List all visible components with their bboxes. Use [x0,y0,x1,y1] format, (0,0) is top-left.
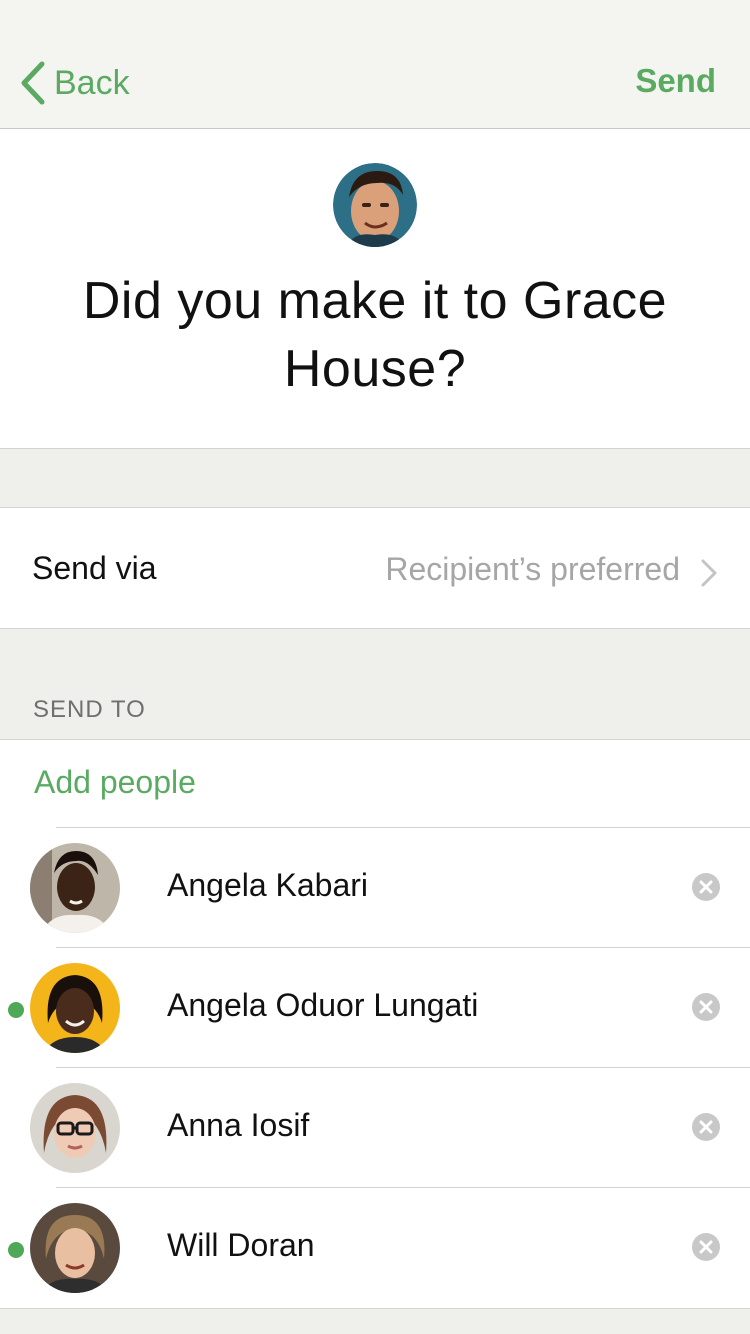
avatar [30,1083,120,1173]
avatar [30,1203,120,1293]
online-status-dot [8,1242,24,1258]
send-button[interactable]: Send [635,62,716,106]
recipient-row[interactable]: Angela Kabari [0,827,750,947]
avatar [30,843,120,933]
chevron-left-icon [18,60,46,106]
message-question: Did you make it to Grace House? [82,272,668,398]
remove-recipient-icon[interactable] [692,1233,720,1261]
send-via-value: Recipient’s preferred [385,551,680,587]
send-via-row[interactable]: Send via Recipient’s preferred [0,507,750,629]
recipient-name: Anna Iosif [167,1107,310,1143]
recipient-row[interactable]: Anna Iosif [0,1067,750,1187]
remove-recipient-icon[interactable] [692,873,720,901]
online-status-dot [8,1002,24,1018]
row-divider [56,827,750,828]
screen: Back Send Did you make it to Grace House… [0,0,750,1334]
add-people-button[interactable]: Add people [34,764,196,801]
recipient-row[interactable]: Will Doran [0,1187,750,1307]
avatar [30,963,120,1053]
message-header: Did you make it to Grace House? [0,129,750,449]
send-via-label: Send via [32,550,157,586]
navigation-bar: Back Send [0,0,750,129]
back-label: Back [54,63,130,102]
row-divider [56,947,750,948]
recipient-name: Will Doran [167,1227,315,1263]
sender-avatar [333,163,417,247]
recipients-list: Add people Angela Kabari Angela Oduor Lu… [0,739,750,1309]
row-divider [56,1067,750,1068]
recipient-name: Angela Oduor Lungati [167,987,479,1023]
remove-recipient-icon[interactable] [692,1113,720,1141]
recipient-name: Angela Kabari [167,867,369,903]
back-button[interactable]: Back [18,58,130,108]
remove-recipient-icon[interactable] [692,993,720,1021]
row-divider [56,1187,750,1188]
send-to-section-title: SEND TO [33,696,146,723]
chevron-right-icon [700,558,718,588]
recipient-row[interactable]: Angela Oduor Lungati [0,947,750,1067]
